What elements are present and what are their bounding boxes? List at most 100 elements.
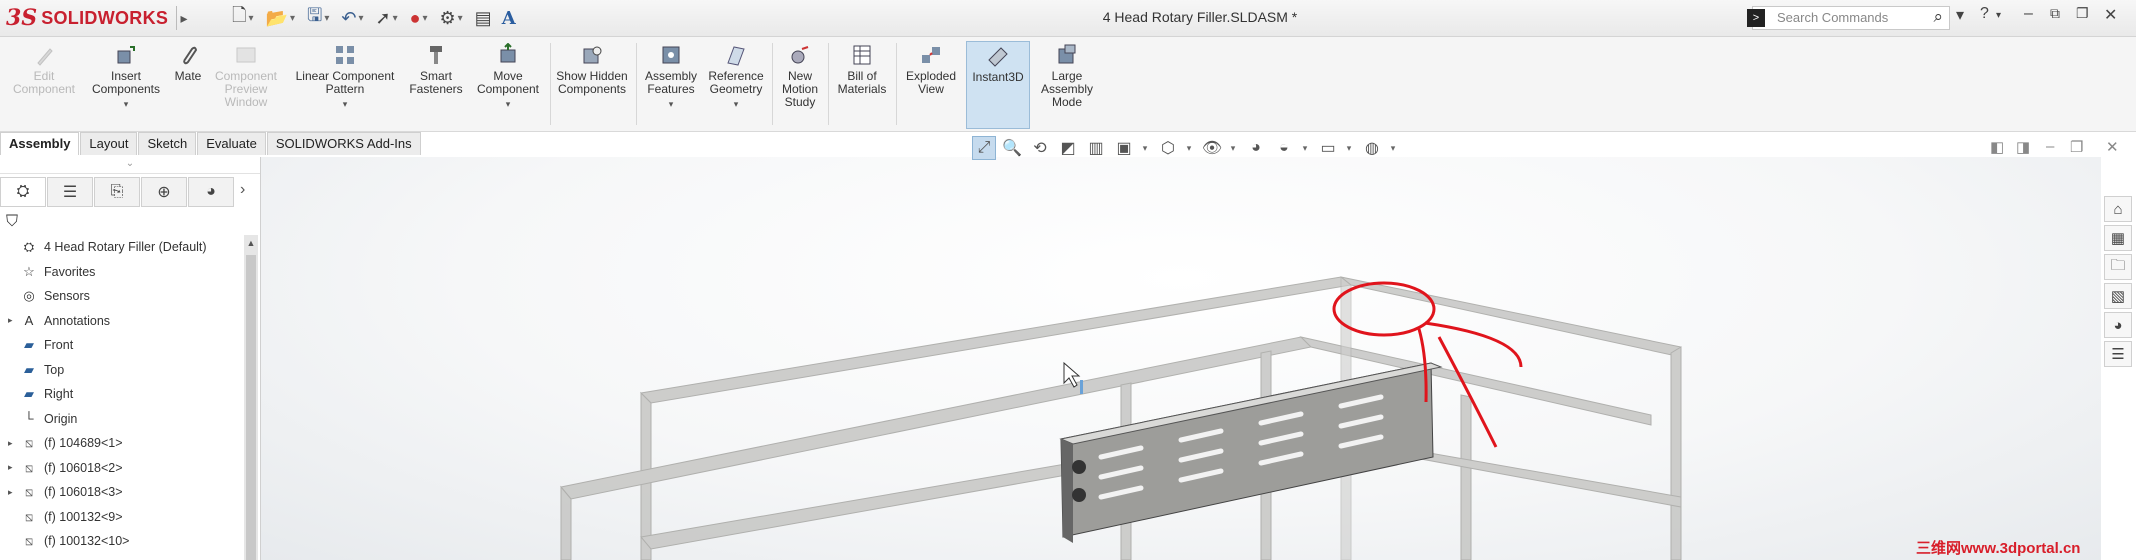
- open-folder-icon[interactable]: 📂: [266, 8, 288, 29]
- tree-item-component[interactable]: ▸ ⧅ (f) 106018<2>: [0, 456, 244, 481]
- tree-item-top-plane[interactable]: ▰ Top: [0, 358, 244, 383]
- tab-sketch[interactable]: Sketch: [138, 132, 197, 155]
- restore-icon[interactable]: ❐: [2076, 5, 2089, 22]
- expand-arrow-icon[interactable]: ▸: [8, 487, 20, 498]
- display-style-dropdown-icon[interactable]: ▾: [1184, 136, 1194, 160]
- tree-item-component[interactable]: ▸ ⧅ (f) 106018<3>: [0, 480, 244, 505]
- dimxpert-tab-icon[interactable]: ⊕: [141, 177, 187, 207]
- expand-arrow-icon[interactable]: ▸: [8, 315, 20, 326]
- insert-components-button[interactable]: Insert Components ▾: [84, 41, 168, 127]
- tree-item-favorites[interactable]: ☆ Favorites: [0, 260, 244, 285]
- minimize-icon[interactable]: –: [2024, 5, 2033, 23]
- scrollbar-thumb[interactable]: [246, 255, 256, 560]
- save-icon[interactable]: 🖫: [307, 3, 322, 33]
- text-format-icon[interactable]: A: [502, 8, 516, 29]
- view-settings-icon[interactable]: ▭: [1316, 136, 1340, 160]
- search-icon[interactable]: ⌕: [1933, 7, 1943, 27]
- rebuild-traffic-light-icon[interactable]: ●: [410, 8, 421, 29]
- save-dropdown-icon[interactable]: ▾: [324, 13, 329, 24]
- tree-item-component[interactable]: ⧅ (f) 100132<9>: [0, 505, 244, 530]
- tree-item-component[interactable]: ▸ ⧅ (f) 104689<1>: [0, 431, 244, 456]
- select-arrow-icon[interactable]: ➚: [375, 8, 390, 29]
- tile-windows-icon[interactable]: ⧉: [2050, 5, 2060, 22]
- edit-appearance-icon[interactable]: ◕: [1244, 136, 1268, 160]
- tree-item-origin[interactable]: └ Origin: [0, 407, 244, 432]
- realview-sphere-icon[interactable]: ◍: [1360, 136, 1384, 160]
- rebuild-dropdown-icon[interactable]: ▾: [422, 13, 427, 24]
- view-palette-icon[interactable]: ▧: [2104, 283, 2132, 309]
- view-settings-dropdown-icon[interactable]: ▾: [1344, 136, 1354, 160]
- help-dropdown-icon[interactable]: ▾: [1996, 10, 2001, 21]
- custom-properties-icon[interactable]: ☰: [2104, 341, 2132, 367]
- apply-scene-dropdown-icon[interactable]: ▾: [1300, 136, 1310, 160]
- view-orientation-dropdown-icon[interactable]: ▾: [1140, 136, 1150, 160]
- hide-show-items-icon[interactable]: 👁: [1200, 136, 1224, 160]
- display-style-icon[interactable]: ⬡: [1156, 136, 1180, 160]
- expand-arrow-icon[interactable]: ▸: [8, 438, 20, 449]
- tree-item-component[interactable]: ⧅ (f) 100132<10>: [0, 529, 244, 554]
- tab-solidworks-add-ins[interactable]: SOLIDWORKS Add-Ins: [266, 132, 421, 155]
- featuremanager-tree-tab-icon[interactable]: ⛭: [0, 177, 46, 207]
- options-gear-icon[interactable]: ⚙: [440, 8, 456, 29]
- smart-fasteners-button[interactable]: Smart Fasteners: [406, 41, 466, 127]
- solidworks-logo[interactable]: 3S SOLIDWORKS: [6, 4, 174, 32]
- insert-components-dropdown-icon[interactable]: ▾: [84, 98, 168, 111]
- dynamic-annotation-icon[interactable]: ▥: [1084, 136, 1108, 160]
- tree-item-front-plane[interactable]: ▰ Front: [0, 333, 244, 358]
- show-hidden-components-button[interactable]: Show Hidden Components: [554, 41, 630, 127]
- options-dropdown-icon[interactable]: ▾: [458, 13, 463, 24]
- linear-component-pattern-button[interactable]: Linear Component Pattern ▾: [290, 41, 400, 127]
- previous-view-icon[interactable]: ⟲: [1028, 136, 1052, 160]
- edit-component-button[interactable]: Edit Component: [6, 41, 82, 127]
- section-view-icon[interactable]: ◩: [1056, 136, 1080, 160]
- assembly-features-button[interactable]: Assembly Features ▾: [640, 41, 702, 127]
- graphics-area[interactable]: [261, 157, 2101, 560]
- expand-arrow-icon[interactable]: ▸: [8, 462, 20, 473]
- tab-assembly[interactable]: Assembly: [0, 132, 80, 155]
- exploded-view-button[interactable]: Exploded View: [900, 41, 962, 127]
- reference-geometry-dropdown-icon[interactable]: ▾: [704, 98, 768, 111]
- design-library-icon[interactable]: ▦: [2104, 225, 2132, 251]
- panel-more-arrow-icon[interactable]: ›: [240, 181, 245, 199]
- instant3d-button[interactable]: Instant3D: [966, 41, 1030, 129]
- filter-icon[interactable]: ⛉: [6, 213, 18, 231]
- search-dropdown-icon[interactable]: ▾: [1956, 5, 1964, 25]
- tree-root-assembly[interactable]: ⛭ 4 Head Rotary Filler (Default): [0, 235, 244, 260]
- select-dropdown-icon[interactable]: ▾: [393, 13, 398, 24]
- reference-geometry-button[interactable]: Reference Geometry ▾: [704, 41, 768, 127]
- new-dropdown-icon[interactable]: ▾: [248, 13, 253, 24]
- solidworks-resources-home-icon[interactable]: ⌂: [2104, 196, 2132, 222]
- linear-pattern-dropdown-icon[interactable]: ▾: [290, 98, 400, 111]
- bill-of-materials-button[interactable]: Bill of Materials: [832, 41, 892, 127]
- zoom-to-area-icon[interactable]: 🔍: [1000, 136, 1024, 160]
- configurationmanager-tab-icon[interactable]: ⎘: [94, 177, 140, 207]
- appearances-scenes-icon[interactable]: ◕: [2104, 312, 2132, 338]
- nozzle-bar-assembly[interactable]: [1059, 362, 1443, 543]
- realview-dropdown-icon[interactable]: ▾: [1388, 136, 1398, 160]
- undo-icon[interactable]: ↶: [341, 8, 356, 29]
- logo-menu-arrow-icon[interactable]: ▸: [176, 6, 191, 30]
- file-explorer-icon[interactable]: 🗀: [2104, 254, 2132, 280]
- tree-item-annotations[interactable]: ▸ A Annotations: [0, 309, 244, 334]
- assembly-features-dropdown-icon[interactable]: ▾: [640, 98, 702, 111]
- mate-button[interactable]: Mate: [170, 41, 206, 127]
- open-dropdown-icon[interactable]: ▾: [290, 13, 295, 24]
- tab-evaluate[interactable]: Evaluate: [197, 132, 266, 155]
- large-assembly-mode-button[interactable]: Large Assembly Mode: [1034, 41, 1100, 127]
- tree-scrollbar[interactable]: ▲: [244, 235, 258, 560]
- viewport-split-right-icon[interactable]: ◨: [2016, 138, 2030, 156]
- component-preview-button[interactable]: Component Preview Window: [210, 41, 282, 127]
- view-orientation-icon[interactable]: ▣: [1112, 136, 1136, 160]
- zoom-to-fit-icon[interactable]: ⤢: [972, 136, 996, 160]
- viewport-restore-icon[interactable]: ❐: [2070, 138, 2083, 156]
- move-component-button[interactable]: Move Component ▾: [470, 41, 546, 127]
- viewport-minimize-icon[interactable]: –: [2046, 138, 2054, 155]
- apply-scene-icon[interactable]: ◒: [1272, 136, 1296, 160]
- hide-show-dropdown-icon[interactable]: ▾: [1228, 136, 1238, 160]
- undo-dropdown-icon[interactable]: ▾: [358, 13, 363, 24]
- file-properties-icon[interactable]: ▤: [475, 8, 492, 29]
- displaymanager-tab-icon[interactable]: ◕: [188, 177, 234, 207]
- viewport-close-icon[interactable]: ✕: [2106, 138, 2119, 156]
- tree-item-right-plane[interactable]: ▰ Right: [0, 382, 244, 407]
- panel-grip[interactable]: ⌄: [0, 157, 260, 174]
